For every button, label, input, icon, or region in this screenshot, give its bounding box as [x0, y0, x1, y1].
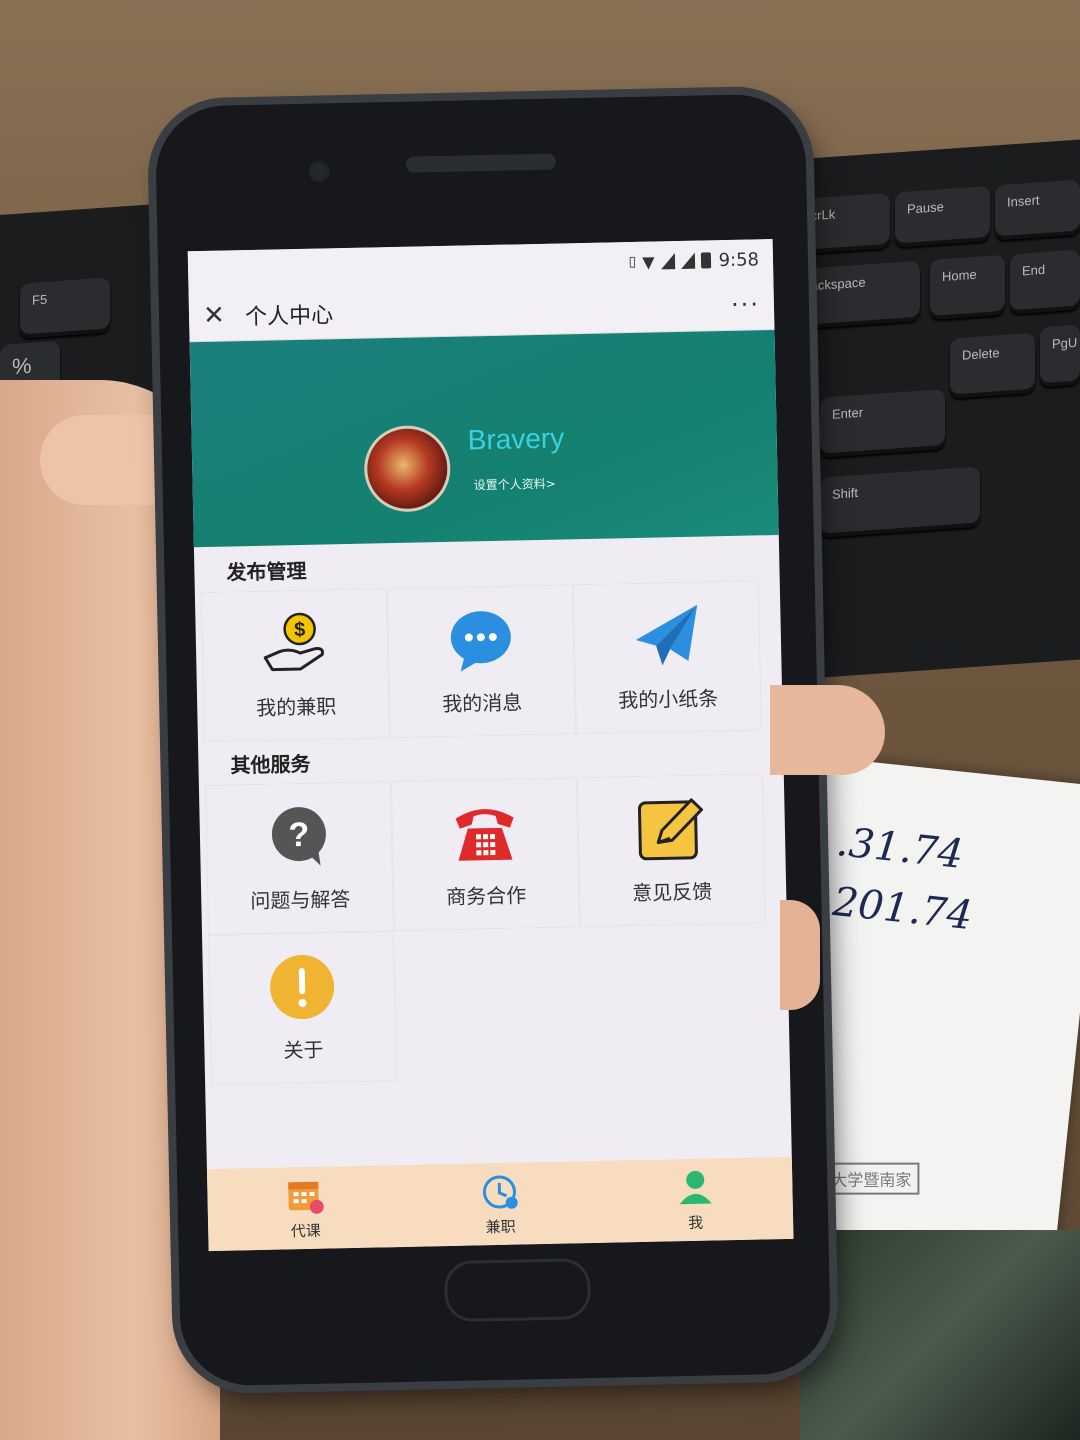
tab-me[interactable]: 我	[597, 1157, 794, 1243]
key-end: End	[1010, 249, 1080, 315]
menu-item-my-messages[interactable]: 我的消息	[386, 584, 576, 739]
profile-header: Bravery 设置个人资料>	[189, 330, 779, 548]
services-grid: ? 问题与解答 商务合作 意见反馈 关于	[199, 773, 790, 1085]
more-icon[interactable]: ···	[731, 290, 760, 319]
menu-item-my-parttime[interactable]: $ 我的兼职	[200, 588, 390, 743]
tab-label: 兼职	[485, 1217, 516, 1236]
finger-2	[780, 900, 820, 1010]
finger	[770, 685, 885, 775]
money-hand-icon: $	[259, 610, 330, 677]
menu-item-feedback[interactable]: 意见反馈	[576, 773, 766, 928]
svg-text:$: $	[294, 618, 306, 640]
tab-substitute-class[interactable]: 代课	[207, 1165, 404, 1251]
paper-plane-icon	[631, 602, 702, 669]
key-pause: Pause	[895, 185, 990, 248]
tab-label: 代课	[290, 1221, 321, 1240]
key-backspace: Backspace	[790, 260, 920, 330]
signal-icon	[660, 253, 675, 270]
menu-item-label: 我的兼职	[256, 693, 337, 720]
signal-icon-2	[680, 252, 695, 269]
username: Bravery	[467, 422, 565, 456]
key-delete: Delete	[950, 332, 1035, 399]
edit-profile-link[interactable]: 设置个人资料>	[473, 475, 556, 494]
note-line-2: .201.74	[817, 877, 975, 940]
phone: ▯ ▼ 9:58 ✕ 个人中心 ··· Bravery 设置个人资料> 发布管理	[154, 93, 832, 1387]
menu-item-faq[interactable]: ? 问题与解答	[204, 781, 394, 936]
menu-item-label: 关于	[283, 1037, 324, 1062]
edit-icon	[635, 795, 706, 862]
question-icon: ?	[263, 803, 334, 870]
key-shift: Shift	[820, 466, 980, 538]
menu-item-about[interactable]: 关于	[208, 931, 398, 1085]
avatar[interactable]	[363, 424, 452, 513]
calendar-icon	[287, 1181, 324, 1214]
front-camera-icon	[305, 158, 333, 185]
user-icon	[679, 1170, 712, 1204]
clock-icon	[482, 1174, 518, 1209]
publish-grid: $ 我的兼职 我的消息 我的小纸条	[195, 580, 783, 743]
key-f5: F5	[20, 277, 110, 339]
mouse-mat	[800, 1230, 1080, 1440]
chat-bubble-icon	[445, 606, 516, 673]
menu-item-business[interactable]: 商务合作	[390, 777, 580, 932]
vibrate-icon: ▯	[628, 253, 637, 271]
menu-item-label: 意见反馈	[631, 878, 713, 905]
wifi-icon: ▼	[642, 252, 655, 272]
key-insert: Insert	[995, 179, 1080, 241]
menu-item-label: 商务合作	[446, 882, 527, 909]
tab-parttime[interactable]: 兼职	[402, 1161, 599, 1247]
phone-screen: ▯ ▼ 9:58 ✕ 个人中心 ··· Bravery 设置个人资料> 发布管理	[187, 239, 794, 1252]
menu-item-label: 问题与解答	[250, 886, 351, 913]
menu-item-label: 我的小纸条	[617, 685, 719, 712]
key-pgup: PgU	[1040, 324, 1080, 388]
page-title: 个人中心	[244, 303, 334, 331]
tab-label: 我	[687, 1213, 704, 1232]
key-home: Home	[930, 254, 1005, 320]
menu-item-label: 我的消息	[441, 689, 523, 716]
earpiece	[405, 153, 557, 173]
svg-text:?: ?	[288, 815, 310, 853]
note-line-1: .31.74	[834, 818, 966, 878]
menu-item-my-notes[interactable]: 我的小纸条	[572, 580, 762, 735]
tab-bar: 代课 兼职 我	[206, 1156, 794, 1252]
home-button[interactable]	[443, 1258, 592, 1323]
close-icon[interactable]: ✕	[203, 300, 234, 331]
battery-icon	[700, 252, 711, 269]
key-enter: Enter	[820, 388, 945, 458]
info-icon	[266, 953, 337, 1020]
status-icons: ▯ ▼	[628, 251, 711, 272]
status-time: 9:58	[718, 248, 760, 271]
telephone-icon	[449, 799, 520, 866]
